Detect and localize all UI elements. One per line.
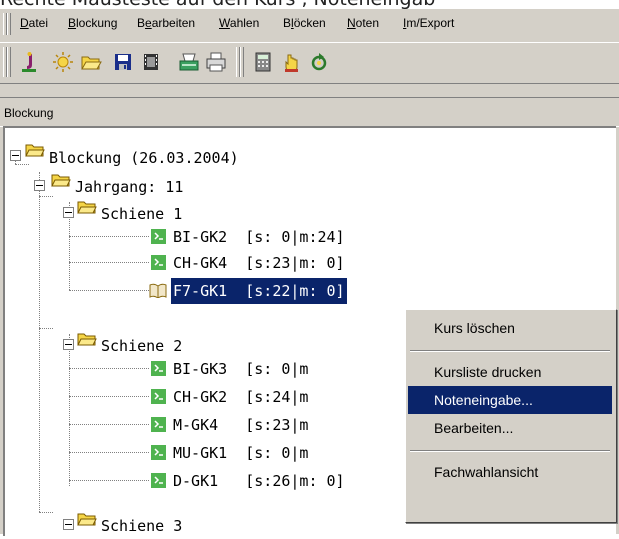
tree-course-item[interactable]: MU-GK1 [s: 0|m	[173, 440, 308, 466]
refresh-icon[interactable]	[308, 51, 330, 73]
course-icon	[151, 255, 166, 270]
tree-line	[69, 480, 149, 481]
menu-item-kurs-loeschen[interactable]: Kurs löschen	[408, 314, 612, 342]
folder-open-icon	[77, 333, 97, 346]
menu-bearbeiten[interactable]: Bearbeiten	[137, 16, 195, 30]
folder-open-icon	[77, 201, 97, 214]
tree-line	[69, 290, 149, 291]
toolbar	[0, 42, 619, 84]
film-icon[interactable]	[140, 51, 162, 73]
collapse-toggle[interactable]	[63, 519, 74, 530]
tree-course-item[interactable]: D-GK1 [s:26|m: 0]	[173, 468, 345, 494]
tree-line	[39, 196, 53, 197]
tree-root-label[interactable]: Blockung (26.03.2004)	[49, 145, 239, 171]
menu-datei[interactable]: Datei	[20, 16, 48, 30]
folder-open-icon	[51, 174, 71, 187]
tree-schiene-label[interactable]: Schiene 1	[101, 201, 182, 227]
save-disk-icon[interactable]	[112, 51, 134, 73]
logo-j-icon[interactable]	[18, 51, 40, 73]
menu-bloecken[interactable]: Blöcken	[283, 16, 326, 30]
tree-jahrgang-label[interactable]: Jahrgang: 11	[75, 174, 183, 200]
tree-line	[15, 164, 29, 165]
tree-course-item[interactable]: BI-GK3 [s: 0|m	[173, 356, 308, 382]
collapse-toggle[interactable]	[10, 150, 21, 161]
menu-blockung[interactable]: Blockung	[68, 16, 117, 30]
tree-line	[69, 236, 149, 237]
menu-item-kursliste-drucken[interactable]: Kursliste drucken	[408, 358, 612, 386]
course-icon	[151, 473, 166, 488]
tree-line	[39, 328, 53, 329]
tree-course-item[interactable]: M-GK4 [s:23|m	[173, 412, 308, 438]
tree-course-item[interactable]: BI-GK2 [s: 0|m:24]	[173, 224, 345, 250]
tree-line	[39, 512, 53, 513]
collapse-toggle[interactable]	[63, 339, 74, 350]
course-icon	[151, 389, 166, 404]
tree-course-item-selected[interactable]: F7-GK1 [s:22|m: 0]	[171, 278, 347, 304]
tree-line	[69, 368, 149, 369]
tree-schiene-label[interactable]: Schiene 3	[101, 513, 182, 539]
toolbar-separator-2	[240, 47, 244, 77]
hand-icon[interactable]	[280, 51, 302, 73]
folder-open-icon	[77, 513, 97, 526]
book-icon	[149, 283, 167, 298]
menu-item-bearbeiten[interactable]: Bearbeiten...	[408, 414, 612, 442]
context-menu: Kurs löschen Kursliste drucken Noteneing…	[405, 309, 617, 523]
menu-separator	[410, 350, 610, 352]
menubar-grip-2[interactable]	[7, 13, 11, 35]
tree-line	[69, 452, 149, 453]
sun-icon[interactable]	[52, 51, 74, 73]
collapse-toggle[interactable]	[34, 180, 45, 191]
menu-noten[interactable]: Noten	[347, 16, 379, 30]
folder-open-icon	[25, 144, 45, 157]
course-icon	[151, 445, 166, 460]
toolbar-grip-2[interactable]	[7, 47, 11, 77]
menubar: Datei Blockung Bearbeiten Wahlen Blöcken…	[0, 9, 619, 39]
course-icon	[151, 229, 166, 244]
course-icon	[151, 417, 166, 432]
printer-icon[interactable]	[205, 51, 227, 73]
course-icon	[151, 361, 166, 376]
tree-course-item[interactable]: CH-GK4 [s:23|m: 0]	[173, 250, 345, 276]
menu-imexport[interactable]: Im/Export	[403, 16, 454, 30]
panel-title: Blockung	[0, 97, 619, 127]
tree-line	[69, 424, 149, 425]
collapse-toggle[interactable]	[63, 207, 74, 218]
tree-course-item[interactable]: CH-GK2 [s:24|m	[173, 384, 308, 410]
folder-open-icon[interactable]	[80, 51, 102, 73]
tree-line	[69, 334, 70, 486]
menu-item-noteneingabe[interactable]: Noteneingabe...	[408, 386, 612, 414]
menu-item-fachwahlansicht[interactable]: Fachwahlansicht	[408, 458, 612, 486]
calculator-icon[interactable]	[252, 51, 274, 73]
tree-line	[39, 172, 40, 512]
tree-schiene-label[interactable]: Schiene 2	[101, 333, 182, 359]
tree-line	[69, 396, 149, 397]
menu-separator	[410, 450, 610, 452]
tree-line	[69, 262, 149, 263]
menu-wahlen[interactable]: Wahlen	[219, 16, 259, 30]
paper-tray-icon[interactable]	[178, 51, 200, 73]
